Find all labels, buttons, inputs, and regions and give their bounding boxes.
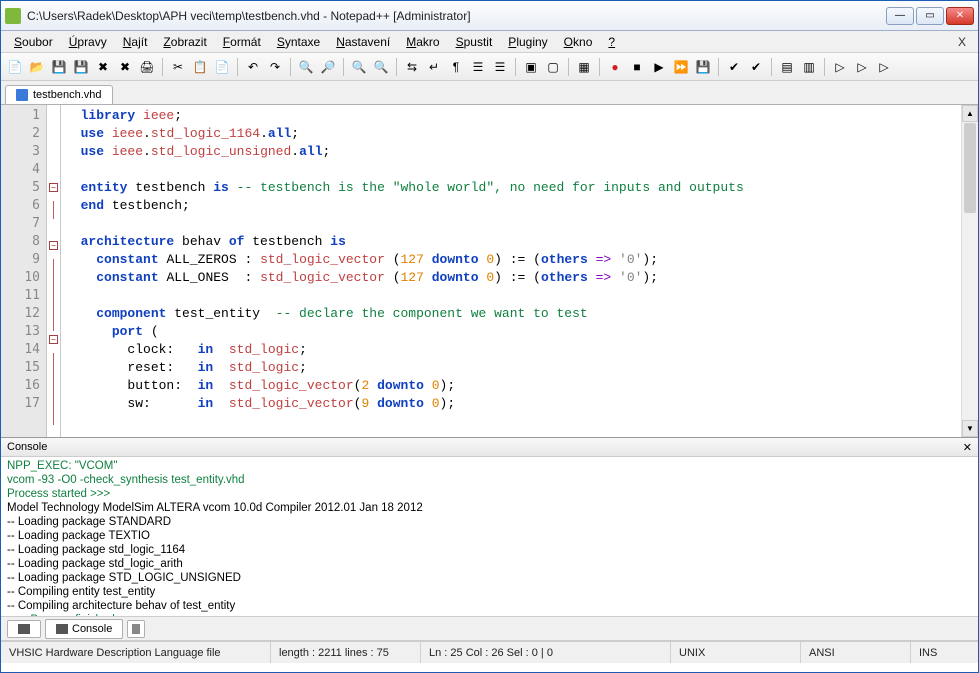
find-icon[interactable]: 🔍 [296, 57, 316, 77]
console-tab-icon [56, 624, 68, 634]
run2-icon[interactable]: ▷ [852, 57, 872, 77]
code-area[interactable]: library ieee; use ieee.std_logic_1164.al… [61, 105, 961, 437]
line-gutter: 1234567891011121314151617 [1, 105, 47, 437]
console-line: -- Loading package STANDARD [7, 515, 972, 529]
stop-icon[interactable]: ■ [627, 57, 647, 77]
file-tab[interactable]: testbench.vhd [5, 85, 113, 104]
console-tab-icon2[interactable] [127, 620, 145, 638]
menu-úpravy[interactable]: Úpravy [62, 33, 114, 51]
menu-okno[interactable]: Okno [557, 33, 600, 51]
console-line: -- Loading package STD_LOGIC_UNSIGNED [7, 571, 972, 585]
rec-icon[interactable]: ● [605, 57, 625, 77]
toolbar: 📄📂💾💾✖✖🖨✂📋📄↶↷🔍🔎🔍🔍⇆↵¶☰☰▣▢▦●■▶⏩💾✔✔▤▥▷▷▷ [1, 53, 978, 81]
saveall-icon[interactable]: 💾 [71, 57, 91, 77]
cut-icon[interactable]: ✂ [168, 57, 188, 77]
paste-icon[interactable]: 📄 [212, 57, 232, 77]
editor-area: 1234567891011121314151617 − −− library i… [1, 105, 978, 437]
unfold-icon[interactable]: ▢ [543, 57, 563, 77]
menu-makro[interactable]: Makro [399, 33, 446, 51]
status-bar: VHSIC Hardware Description Language file… [1, 641, 978, 663]
menu-?[interactable]: ? [601, 33, 622, 51]
title-bar: C:\Users\Radek\Desktop\APH veci\temp\tes… [1, 1, 978, 31]
hide-icon[interactable]: ▦ [574, 57, 594, 77]
wrap-icon[interactable]: ↵ [424, 57, 444, 77]
status-encoding: ANSI [801, 642, 911, 663]
lang-icon[interactable]: ☰ [490, 57, 510, 77]
console-line: -- Loading package TEXTIO [7, 529, 972, 543]
minimize-button[interactable]: — [886, 7, 914, 25]
playm-icon[interactable]: ⏩ [671, 57, 691, 77]
console-line: vcom -93 -O0 -check_synthesis test_entit… [7, 473, 972, 487]
console-line: Model Technology ModelSim ALTERA vcom 10… [7, 501, 972, 515]
menu-formát[interactable]: Formát [216, 33, 268, 51]
menu-syntaxe[interactable]: Syntaxe [270, 33, 327, 51]
tab-label: testbench.vhd [33, 89, 102, 101]
console-line: -- Loading package std_logic_arith [7, 557, 972, 571]
scroll-thumb[interactable] [964, 123, 976, 213]
zoom-out-icon[interactable]: 🔍 [371, 57, 391, 77]
console-tab-bar: Console [1, 617, 978, 641]
close-button[interactable]: ✕ [946, 7, 974, 25]
menu-zobrazit[interactable]: Zobrazit [156, 33, 213, 51]
close-icon[interactable]: ✖ [93, 57, 113, 77]
save-icon[interactable]: 💾 [49, 57, 69, 77]
status-position: Ln : 25 Col : 26 Sel : 0 | 0 [421, 642, 671, 663]
fold-gutter[interactable]: − −− [47, 105, 61, 437]
menu-soubor[interactable]: Soubor [7, 33, 60, 51]
copy-icon[interactable]: 📋 [190, 57, 210, 77]
undo-icon[interactable]: ↶ [243, 57, 263, 77]
print-icon[interactable]: 🖨 [137, 57, 157, 77]
saverec-icon[interactable]: 💾 [693, 57, 713, 77]
console-line: NPP_EXEC: "VCOM" [7, 459, 972, 473]
console-tab[interactable]: Console [45, 619, 123, 639]
console-line: Process started >>> [7, 487, 972, 501]
console-title: Console [7, 441, 47, 453]
status-length: length : 2211 lines : 75 [271, 642, 421, 663]
run1-icon[interactable]: ▷ [830, 57, 850, 77]
tab-bar: testbench.vhd [1, 81, 978, 105]
fold-icon[interactable]: ▣ [521, 57, 541, 77]
doc2-icon[interactable]: ▥ [799, 57, 819, 77]
menu-pluginy[interactable]: Pluginy [501, 33, 554, 51]
console-header: Console ✕ [1, 437, 978, 457]
redo-icon[interactable]: ↷ [265, 57, 285, 77]
allchars-icon[interactable]: ¶ [446, 57, 466, 77]
console-tab-icon1[interactable] [7, 620, 41, 638]
window-title: C:\Users\Radek\Desktop\APH veci\temp\tes… [27, 9, 886, 23]
menu-bar: SouborÚpravyNajítZobrazitFormátSyntaxeNa… [1, 31, 978, 53]
zoom-in-icon[interactable]: 🔍 [349, 57, 369, 77]
file-icon [16, 89, 28, 101]
scroll-up-button[interactable]: ▲ [962, 105, 978, 122]
console-line: -- Compiling entity test_entity [7, 585, 972, 599]
sync-icon[interactable]: ⇆ [402, 57, 422, 77]
doc1-icon[interactable]: ▤ [777, 57, 797, 77]
spell-icon[interactable]: ✔ [724, 57, 744, 77]
console-output[interactable]: NPP_EXEC: "VCOM"vcom -93 -O0 -check_synt… [1, 457, 978, 617]
console-tab-label: Console [72, 623, 112, 635]
status-mode: INS [911, 642, 978, 663]
play-icon[interactable]: ▶ [649, 57, 669, 77]
menu-najít[interactable]: Najít [116, 33, 155, 51]
maximize-button[interactable]: ▭ [916, 7, 944, 25]
replace-icon[interactable]: 🔎 [318, 57, 338, 77]
closeall-icon[interactable]: ✖ [115, 57, 135, 77]
menu-spustit[interactable]: Spustit [449, 33, 500, 51]
open-icon[interactable]: 📂 [27, 57, 47, 77]
status-eol: UNIX [671, 642, 801, 663]
menu-close-x[interactable]: X [952, 35, 972, 49]
app-icon [5, 8, 21, 24]
menu-nastavení[interactable]: Nastavení [329, 33, 397, 51]
console-line: -- Loading package std_logic_1164 [7, 543, 972, 557]
vertical-scrollbar[interactable]: ▲ ▼ [961, 105, 978, 437]
new-icon[interactable]: 📄 [5, 57, 25, 77]
status-language: VHSIC Hardware Description Language file [1, 642, 271, 663]
indent-icon[interactable]: ☰ [468, 57, 488, 77]
spell2-icon[interactable]: ✔ [746, 57, 766, 77]
run3-icon[interactable]: ▷ [874, 57, 894, 77]
console-close-icon[interactable]: ✕ [963, 441, 972, 454]
scroll-down-button[interactable]: ▼ [962, 420, 978, 437]
console-line: -- Compiling architecture behav of test_… [7, 599, 972, 613]
